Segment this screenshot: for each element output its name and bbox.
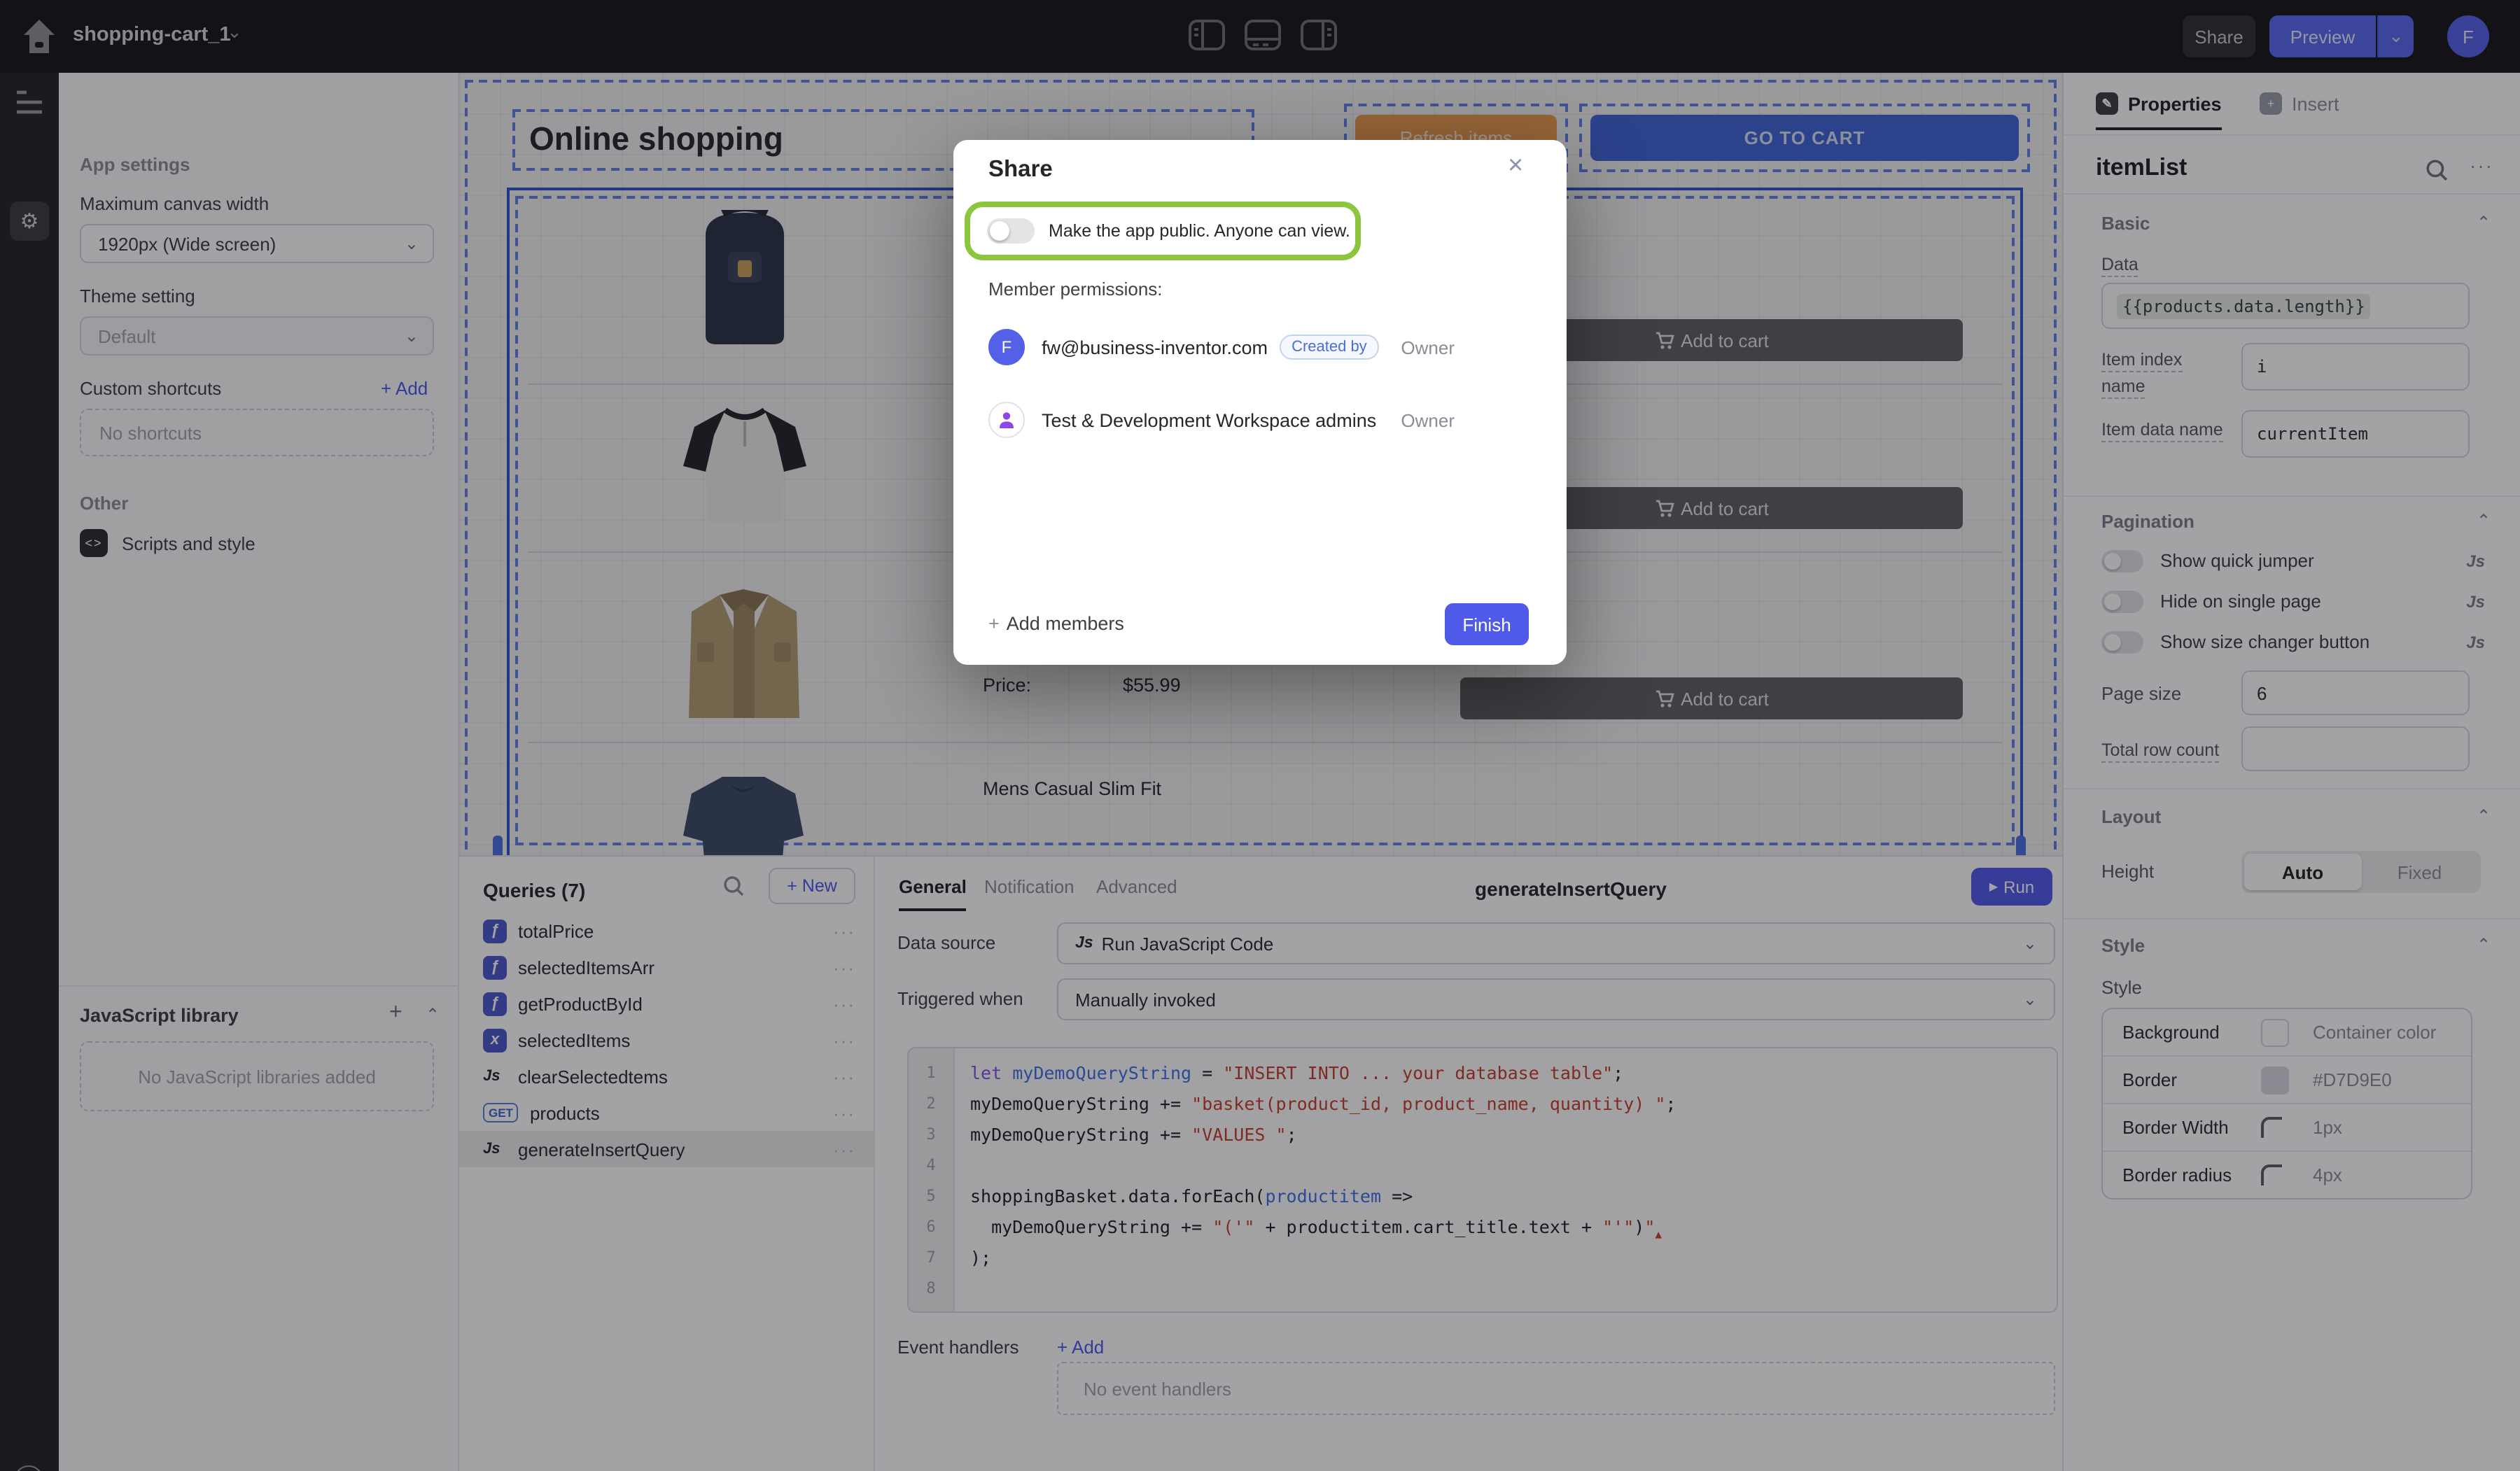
share-modal: Share × Make the app public. Anyone can …	[953, 140, 1567, 665]
public-toggle-highlight: Make the app public. Anyone can view.	[965, 202, 1361, 260]
member-role[interactable]: Owner	[1401, 409, 1455, 430]
close-icon[interactable]: ×	[1508, 151, 1523, 182]
member-row: Ffw@business-inventor.com Created by Owner	[953, 311, 1567, 383]
member-row: Test & Development Workspace admins Owner	[953, 383, 1567, 456]
member-role[interactable]: Owner	[1401, 337, 1455, 358]
member-name: fw@business-inventor.com	[1042, 337, 1268, 358]
member-name: Test & Development Workspace admins	[1042, 409, 1376, 430]
member-avatar: F	[988, 329, 1025, 365]
finish-button[interactable]: Finish	[1445, 603, 1529, 645]
group-avatar-icon	[988, 402, 1025, 438]
public-toggle-label: Make the app public. Anyone can view.	[1049, 221, 1350, 241]
member-list: Ffw@business-inventor.com Created by Owner…	[953, 311, 1567, 456]
public-toggle-switch[interactable]	[987, 218, 1035, 244]
plus-icon: +	[988, 613, 1000, 634]
app-window: shopping-cart_1 ⌄ Share Prev	[0, 0, 2520, 1471]
share-modal-title: Share	[988, 157, 1053, 183]
member-permissions-label: Member permissions:	[988, 279, 1163, 300]
add-members-label: Add members	[1007, 613, 1124, 634]
created-by-badge: Created by	[1279, 335, 1380, 360]
add-members-link[interactable]: + Add members	[988, 613, 1124, 634]
